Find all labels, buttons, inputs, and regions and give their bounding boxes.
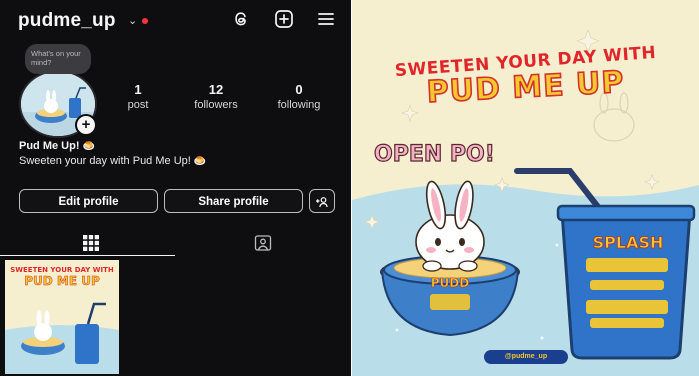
chevron-down-icon[interactable]: ⌄ xyxy=(128,14,137,27)
post-thumbnail-image: SWEETEN YOUR DAY WITH PUD ME UP xyxy=(5,260,119,374)
display-name: Pud Me Up! 🍮 xyxy=(19,140,95,152)
edit-profile-button[interactable]: Edit profile xyxy=(19,189,158,213)
pudding-emoji-icon: 🍮 xyxy=(82,141,96,152)
display-name-text: Pud Me Up! xyxy=(19,140,80,152)
pudding-emoji-icon: 🍮 xyxy=(193,156,207,167)
threads-icon[interactable] xyxy=(231,9,251,29)
poster-pudding-label: PUDD xyxy=(430,276,470,291)
posts-label: post xyxy=(127,99,149,111)
following-count[interactable]: 0 following xyxy=(268,82,330,111)
menu-icon[interactable] xyxy=(316,9,336,29)
followers-label: followers xyxy=(194,99,238,111)
following-value: 0 xyxy=(295,82,303,97)
post-thumbnail[interactable]: SWEETEN YOUR DAY WITH PUD ME UP xyxy=(5,260,119,374)
discover-people-icon xyxy=(316,197,328,208)
profile-top-bar: pudme_up ⌄ xyxy=(18,8,338,34)
create-plus-icon[interactable] xyxy=(274,9,294,29)
note-bubble[interactable]: What's on your mind? xyxy=(25,44,91,74)
grid-tab-icon[interactable] xyxy=(82,234,100,252)
tagged-tab-icon[interactable] xyxy=(254,234,272,252)
followers-count[interactable]: 12 followers xyxy=(186,82,246,111)
profile-tabs xyxy=(0,230,351,256)
active-tab-indicator xyxy=(0,255,175,256)
instagram-profile-screen: pudme_up ⌄ What's on your mind? + 1 post… xyxy=(0,0,351,376)
svg-text:SWEETEN YOUR DAY WITH: SWEETEN YOUR DAY WITH xyxy=(10,266,114,274)
discover-people-button[interactable] xyxy=(309,189,335,213)
poster-drink-label: SPLASH xyxy=(592,233,664,253)
add-story-icon[interactable]: + xyxy=(75,114,97,136)
followers-value: 12 xyxy=(208,82,224,97)
bio: Sweeten your day with Pud Me Up! 🍮 xyxy=(19,155,206,167)
note-text: What's on your mind? xyxy=(31,49,81,67)
promo-poster: SWEETEN YOUR DAY WITH PUD ME UP OPEN PO!… xyxy=(352,0,699,376)
share-profile-button[interactable]: Share profile xyxy=(164,189,303,213)
notification-dot xyxy=(142,18,148,24)
posts-count: 1 post xyxy=(118,82,158,111)
posts-value: 1 xyxy=(134,82,142,97)
username-switcher[interactable]: pudme_up xyxy=(18,10,116,32)
svg-text:PUD ME UP: PUD ME UP xyxy=(24,274,100,288)
bio-text: Sweeten your day with Pud Me Up! xyxy=(19,155,191,167)
following-label: following xyxy=(277,99,321,111)
poster-handle-pill: @pudme_up xyxy=(484,350,568,364)
poster-open-po: OPEN PO! xyxy=(373,141,495,167)
